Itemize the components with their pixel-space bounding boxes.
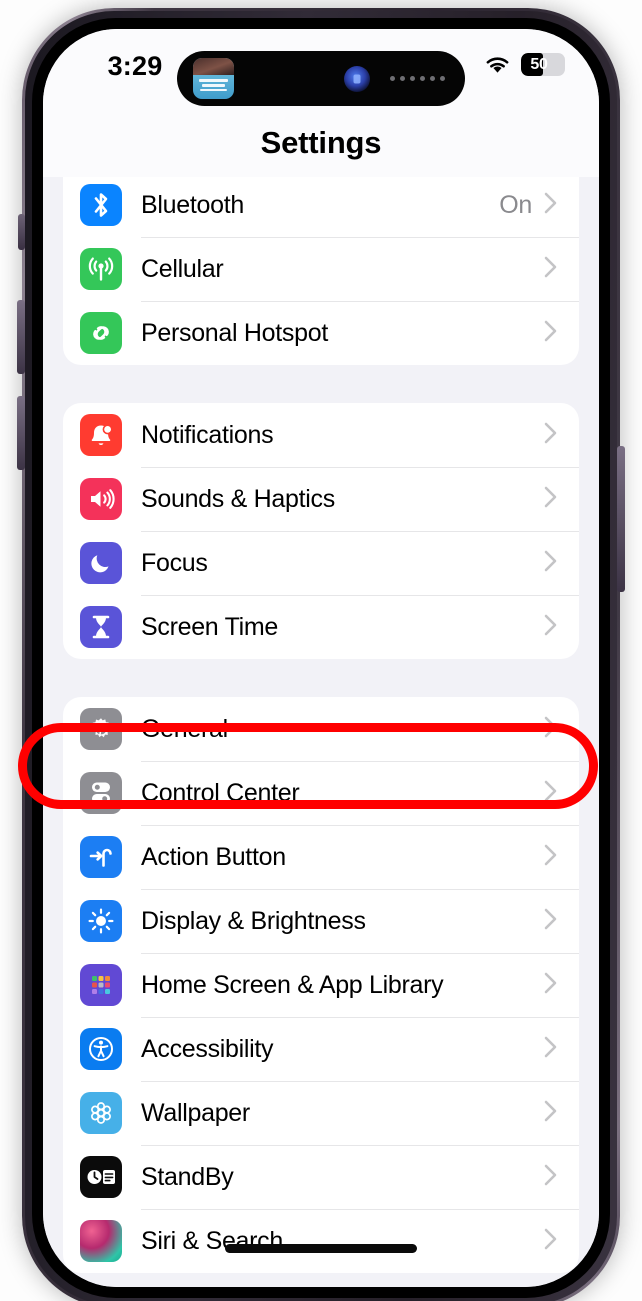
- page-title: Settings: [260, 125, 382, 160]
- settings-group-connectivity: Bluetooth On Cellular Personal Hotspot: [63, 177, 579, 365]
- sidebar-item-bluetooth[interactable]: Bluetooth On: [63, 177, 579, 237]
- chevron-right-icon: [544, 614, 557, 641]
- album-art-icon: [193, 58, 234, 99]
- hotspot-icon: [80, 312, 122, 354]
- sidebar-item-label: Accessibility: [141, 1034, 274, 1063]
- sidebar-item-label: StandBy: [141, 1162, 234, 1191]
- settings-group-alerts: Notifications Sounds & Haptics Focus Scr…: [63, 403, 579, 659]
- control-center-icon: [80, 772, 122, 814]
- notifications-bell-icon: [80, 414, 122, 456]
- sidebar-item-cellular[interactable]: Cellular: [63, 237, 579, 301]
- sidebar-item-control-center[interactable]: Control Center: [63, 761, 579, 825]
- chevron-right-icon: [544, 422, 557, 449]
- display-brightness-icon: [80, 900, 122, 942]
- siri-orb-icon: [344, 65, 370, 92]
- sidebar-item-general[interactable]: General: [63, 697, 579, 761]
- sidebar-item-personal-hotspot[interactable]: Personal Hotspot: [63, 301, 579, 365]
- mute-switch-button[interactable]: [18, 214, 25, 250]
- standby-icon: [80, 1156, 122, 1198]
- sidebar-item-display-brightness[interactable]: Display & Brightness: [63, 889, 579, 953]
- sidebar-item-notifications[interactable]: Notifications: [63, 403, 579, 467]
- chevron-right-icon: [544, 1036, 557, 1063]
- sidebar-item-label: Action Button: [141, 842, 286, 871]
- settings-group-system: General Control Center Action Button Dis…: [63, 697, 579, 1273]
- general-gear-icon: [80, 708, 122, 750]
- wallpaper-flower-icon: [80, 1092, 122, 1134]
- screenshot-stage: 3:29 50 Settings Bluetooth On Cellular P…: [0, 0, 642, 1301]
- chevron-right-icon: [544, 780, 557, 807]
- sidebar-item-accessibility[interactable]: Accessibility: [63, 1017, 579, 1081]
- audio-dots-icon: [390, 76, 445, 81]
- volume-down-button[interactable]: [17, 396, 25, 470]
- chevron-right-icon: [544, 844, 557, 871]
- sounds-speaker-icon: [80, 478, 122, 520]
- sidebar-item-label: Display & Brightness: [141, 906, 366, 935]
- siri-icon: [80, 1220, 122, 1262]
- chevron-right-icon: [544, 1100, 557, 1127]
- sidebar-item-sounds-haptics[interactable]: Sounds & Haptics: [63, 467, 579, 531]
- chevron-right-icon: [544, 716, 557, 743]
- chevron-right-icon: [544, 550, 557, 577]
- chevron-right-icon: [544, 908, 557, 935]
- screen-time-hourglass-icon: [80, 606, 122, 648]
- chevron-right-icon: [544, 972, 557, 999]
- sidebar-item-label: General: [141, 714, 228, 743]
- sidebar-item-home-screen-app-library[interactable]: Home Screen & App Library: [63, 953, 579, 1017]
- sidebar-item-action-button[interactable]: Action Button: [63, 825, 579, 889]
- sidebar-item-label: Focus: [141, 548, 208, 577]
- chevron-right-icon: [544, 256, 557, 283]
- sidebar-item-label: Control Center: [141, 778, 300, 807]
- sidebar-item-label: Notifications: [141, 420, 274, 449]
- action-button-icon: [80, 836, 122, 878]
- chevron-right-icon: [544, 1228, 557, 1255]
- chevron-right-icon: [544, 1164, 557, 1191]
- chevron-right-icon: [544, 320, 557, 347]
- sidebar-item-wallpaper[interactable]: Wallpaper: [63, 1081, 579, 1145]
- cellular-icon: [80, 248, 122, 290]
- sidebar-item-screen-time[interactable]: Screen Time: [63, 595, 579, 659]
- dynamic-island[interactable]: [177, 51, 465, 106]
- row-value: On: [499, 190, 532, 219]
- sidebar-item-label: Cellular: [141, 254, 224, 283]
- sidebar-item-label: Personal Hotspot: [141, 318, 328, 347]
- chevron-right-icon: [544, 486, 557, 513]
- sidebar-item-siri-search[interactable]: Siri & Search: [63, 1209, 579, 1273]
- volume-up-button[interactable]: [17, 300, 25, 374]
- sidebar-item-standby[interactable]: StandBy: [63, 1145, 579, 1209]
- home-indicator[interactable]: [225, 1244, 417, 1253]
- phone-screen: 3:29 50 Settings Bluetooth On Cellular P…: [43, 29, 599, 1287]
- bluetooth-icon: [80, 184, 122, 226]
- sidebar-item-label: Wallpaper: [141, 1098, 250, 1127]
- home-screen-grid-icon: [80, 964, 122, 1006]
- sidebar-item-label: Home Screen & App Library: [141, 970, 444, 999]
- accessibility-icon: [80, 1028, 122, 1070]
- chevron-right-icon: [544, 192, 557, 219]
- sidebar-item-label: Screen Time: [141, 612, 279, 641]
- sidebar-item-label: Bluetooth: [141, 190, 244, 219]
- sidebar-item-focus[interactable]: Focus: [63, 531, 579, 595]
- focus-moon-icon: [80, 542, 122, 584]
- settings-list[interactable]: Bluetooth On Cellular Personal Hotspot N…: [43, 177, 599, 1287]
- power-button[interactable]: [617, 446, 625, 592]
- sidebar-item-label: Sounds & Haptics: [141, 484, 335, 513]
